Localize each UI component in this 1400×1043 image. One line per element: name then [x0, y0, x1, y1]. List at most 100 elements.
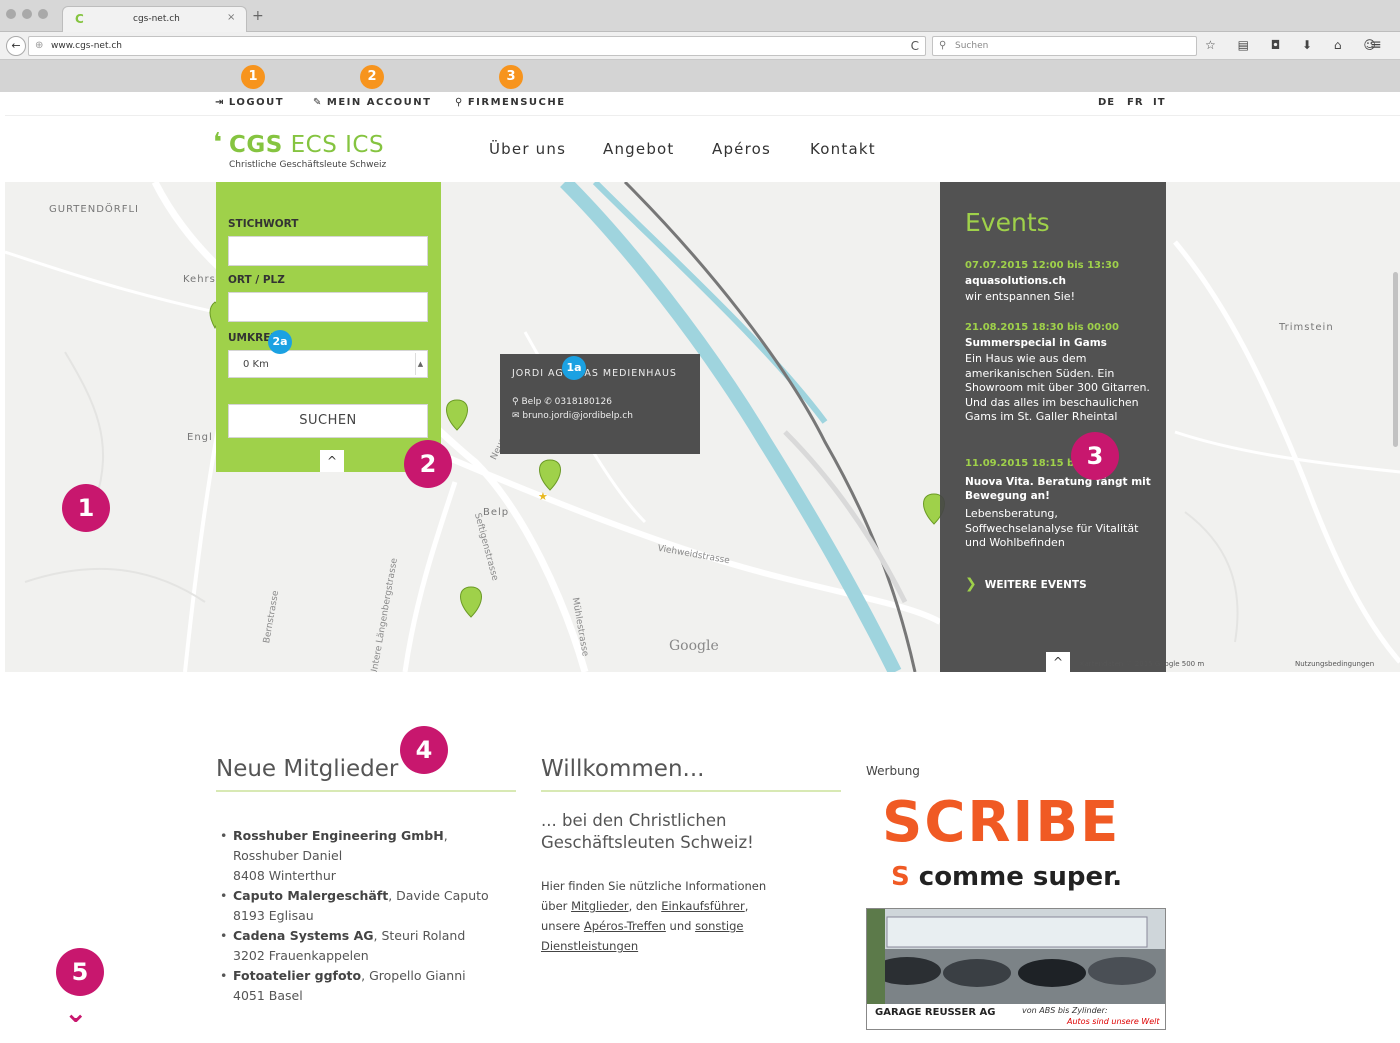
- member-address: 8193 Eglisau: [233, 908, 314, 923]
- infobox-email[interactable]: bruno.jordi@jordibelp.ch: [522, 411, 633, 421]
- minimize-window-icon[interactable]: [22, 9, 32, 19]
- browser-window: C cgs-net.ch × + ← ⊕ www.cgs-net.ch C ⚲ …: [0, 0, 1400, 1043]
- nav-angebot[interactable]: Angebot: [603, 140, 675, 158]
- close-window-icon[interactable]: [6, 9, 16, 19]
- ad-brand: SCRIBE: [882, 790, 1121, 855]
- collapse-search-icon[interactable]: ^: [320, 450, 344, 472]
- member-company[interactable]: Cadena Systems AG: [233, 928, 374, 943]
- new-tab-icon[interactable]: +: [252, 8, 264, 24]
- more-events-label: WEITERE EVENTS: [984, 579, 1087, 591]
- place-label: ORT / PLZ: [228, 274, 285, 286]
- annotation-badge: 2: [360, 65, 384, 89]
- maximize-window-icon[interactable]: [38, 9, 48, 19]
- bullet-icon: •: [220, 888, 228, 903]
- event-date: 21.08.2015 18:30 bis 00:00: [965, 322, 1119, 333]
- tab-title: cgs-net.ch: [133, 14, 180, 24]
- car-dealer-image: [867, 909, 1165, 1004]
- nav-ueber-uns[interactable]: Über uns: [489, 140, 566, 158]
- welcome-title: Willkommen...: [541, 756, 705, 782]
- logout-link[interactable]: ⇥ LOGOUT: [215, 97, 284, 108]
- map-roads: ★: [5, 182, 1400, 672]
- list-item: • Cadena Systems AG, Steuri Roland 3202 F…: [220, 926, 510, 966]
- toolbar-icons[interactable]: ☆ ▤ ◘ ⬇ ⌂ ☺: [1205, 38, 1385, 52]
- event-date: 11.09.2015 18:15 bis: [965, 458, 1084, 469]
- ad-claim: von ABS bis Zylinder:: [1022, 1006, 1108, 1015]
- bullet-icon: •: [220, 968, 228, 983]
- search-placeholder: Suchen: [955, 41, 989, 51]
- event-name[interactable]: Summerspecial in Gams: [965, 337, 1107, 349]
- nav-aperos[interactable]: Apéros: [712, 140, 771, 158]
- edit-icon: ✎: [313, 97, 323, 108]
- map-label-kehrs: Kehrs: [183, 274, 216, 285]
- infobox-phone[interactable]: 0318180126: [555, 397, 612, 407]
- google-logo: Google: [669, 638, 719, 654]
- event-desc: wir entspannen Sie!: [965, 290, 1075, 303]
- scrollbar-thumb[interactable]: [1393, 272, 1398, 447]
- logout-label: LOGOUT: [228, 97, 285, 108]
- members-link[interactable]: Mitglieder: [571, 899, 629, 913]
- advertisement[interactable]: SCRIBE S comme super. GARAGE REUSSER AG …: [866, 790, 1166, 1035]
- svg-text:★: ★: [538, 490, 548, 503]
- logo-mark[interactable]: ❛: [213, 128, 222, 158]
- account-link[interactable]: ✎ MEIN ACCOUNT: [313, 97, 431, 108]
- lang-fr[interactable]: FR: [1127, 97, 1144, 108]
- radius-select[interactable]: 0 Km ▲: [228, 350, 428, 378]
- browser-tab[interactable]: C cgs-net.ch ×: [62, 6, 247, 32]
- annotation-badge: 2: [404, 440, 452, 488]
- keyword-input[interactable]: [228, 236, 428, 266]
- event-name[interactable]: aquasolutions.ch: [965, 275, 1066, 287]
- reload-icon[interactable]: C: [911, 39, 919, 53]
- radius-value: 0 Km: [243, 359, 269, 370]
- member-person: , Steuri Roland: [373, 928, 466, 943]
- company-search-link[interactable]: ⚲ FIRMENSUCHE: [455, 97, 566, 108]
- place-input[interactable]: [228, 292, 428, 322]
- member-company[interactable]: Rosshuber Engineering GmbH: [233, 828, 444, 843]
- member-person: , Davide Caputo: [388, 888, 489, 903]
- hamburger-menu-icon[interactable]: ≡: [1370, 37, 1382, 53]
- map-label-belp: Belp: [483, 507, 510, 518]
- logo-bold: CGS: [229, 132, 283, 158]
- url-bar[interactable]: ⊕ www.cgs-net.ch C: [28, 36, 926, 56]
- browser-search-input[interactable]: ⚲ Suchen: [932, 36, 1197, 56]
- bullet-icon: •: [220, 828, 228, 843]
- event-desc: Lebensberatung, Soffwechselanalyse für V…: [965, 507, 1139, 549]
- utility-nav: ⇥ LOGOUT ✎ MEIN ACCOUNT ⚲ FIRMENSUCHE DE FR…: [5, 92, 1400, 116]
- guide-link[interactable]: Einkaufsführer: [661, 899, 745, 913]
- ad-slogan: S comme super.: [891, 862, 1122, 892]
- map[interactable]: ★ GURTENDÖRFLI Kehrs Engl Trimstein Belp…: [5, 182, 1400, 672]
- annotation-badge: 3: [499, 65, 523, 89]
- collapse-events-icon[interactable]: ^: [1046, 652, 1070, 672]
- annotation-badge: 1: [62, 484, 110, 532]
- member-company[interactable]: Fotoatelier ggfoto: [233, 968, 361, 983]
- infobox-title[interactable]: JORDI AG - DAS MEDIENHAUS: [512, 368, 677, 379]
- account-label: MEIN ACCOUNT: [326, 97, 432, 108]
- member-company[interactable]: Caputo Malergeschäft: [233, 888, 388, 903]
- back-button[interactable]: ←: [6, 36, 26, 56]
- ad-footer-strip: GARAGE REUSSER AG von ABS bis Zylinder: …: [867, 1004, 1165, 1029]
- event-date: 07.07.2015 12:00 bis 13:30: [965, 260, 1119, 271]
- search-submit-button[interactable]: SUCHEN: [228, 404, 428, 438]
- globe-icon: ⊕: [35, 40, 44, 51]
- aperos-link[interactable]: Apéros-Treffen: [584, 919, 666, 933]
- phone-icon: ✆: [544, 397, 555, 407]
- logout-icon: ⇥: [215, 97, 225, 108]
- list-item: • Fotoatelier ggfoto, Gropello Gianni 405…: [220, 966, 510, 1006]
- lang-it[interactable]: IT: [1153, 97, 1166, 108]
- annotation-badge: 3: [1071, 432, 1119, 480]
- company-search-panel: STICHWORT ORT / PLZ UMKREIS 0 Km ▲ SUCHE…: [216, 182, 441, 472]
- lang-de[interactable]: DE: [1098, 97, 1115, 108]
- logo-subtitle: Christliche Geschäftsleute Schweiz: [229, 160, 387, 170]
- site-logo[interactable]: CGS ECS ICS: [229, 132, 384, 158]
- scroll-down-chevron-icon[interactable]: ⌄: [64, 996, 87, 1029]
- map-terms-link[interactable]: Nutzungsbedingungen: [1295, 660, 1374, 668]
- chrome-gap: [0, 60, 1400, 92]
- nav-kontakt[interactable]: Kontakt: [810, 140, 876, 158]
- member-address: 3202 Frauenkappelen: [233, 948, 369, 963]
- member-address: 8408 Winterthur: [233, 868, 336, 883]
- tab-close-icon[interactable]: ×: [227, 12, 235, 23]
- more-events-link[interactable]: ❯ WEITERE EVENTS: [965, 576, 1087, 592]
- event-name[interactable]: Nuova Vita. Beratung fängt mit Bewegung …: [965, 475, 1155, 503]
- infobox-location-phone: ⚲ Belp ✆ 0318180126: [512, 397, 612, 407]
- url-text: www.cgs-net.ch: [51, 41, 122, 51]
- bullet-icon: •: [220, 928, 228, 943]
